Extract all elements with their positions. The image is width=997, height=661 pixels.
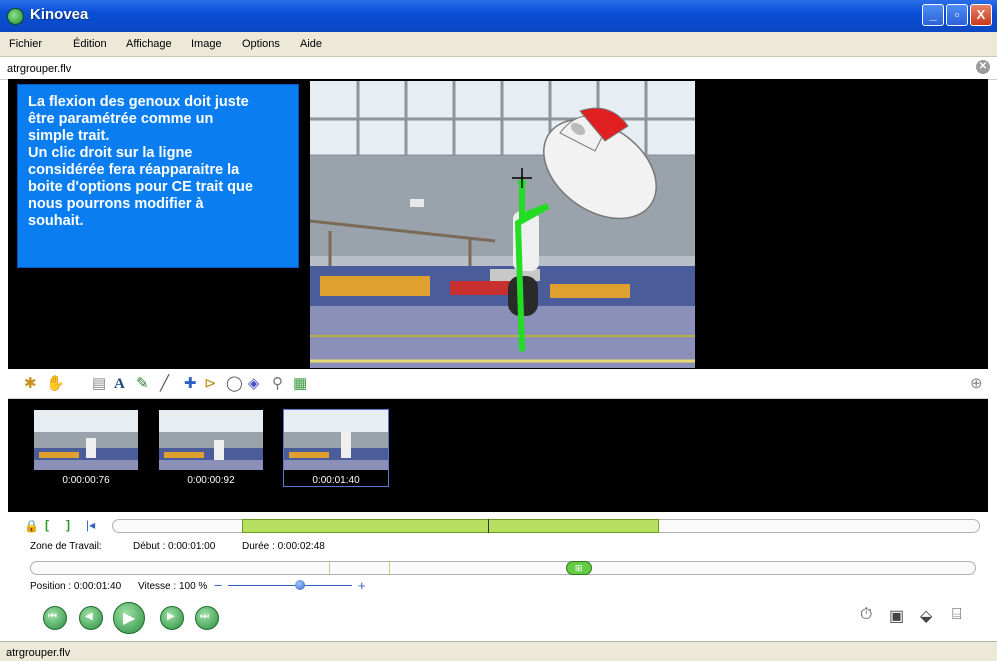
menu-affichage[interactable]: Affichage bbox=[126, 38, 172, 50]
workzone-start: Début : 0:00:01:00 bbox=[133, 541, 216, 552]
status-bar: atrgrouper.flv bbox=[0, 641, 997, 661]
go-to-start-icon[interactable]: |◂ bbox=[86, 518, 95, 532]
set-start-icon[interactable]: [ bbox=[45, 518, 49, 532]
position-thumb[interactable]: ⊞ bbox=[565, 561, 592, 575]
new-key-image-icon[interactable]: ✱ bbox=[24, 376, 37, 392]
minimize-button[interactable]: _ bbox=[922, 4, 944, 26]
menu-fichier[interactable]: Fichier bbox=[9, 38, 42, 50]
position-mark bbox=[329, 562, 330, 574]
set-end-icon[interactable]: ] bbox=[66, 518, 70, 532]
speed-minus-icon[interactable]: − bbox=[214, 577, 222, 593]
maximize-button[interactable]: ▫ bbox=[946, 4, 968, 26]
info-line: Un clic droit sur la ligne bbox=[28, 145, 193, 161]
info-line: La flexion des genoux doit juste bbox=[28, 94, 249, 110]
cross-icon[interactable]: ✚ bbox=[184, 376, 197, 392]
last-frame-button[interactable]: ⏭ bbox=[195, 606, 219, 630]
position-mark bbox=[389, 562, 390, 574]
workzone-selection[interactable] bbox=[242, 519, 659, 533]
play-icon: ▶ bbox=[123, 610, 136, 627]
lock-icon[interactable]: 🔒 bbox=[24, 519, 39, 533]
workzone-duration: Durée : 0:00:02:48 bbox=[242, 541, 325, 552]
angle-icon[interactable]: ⊳ bbox=[204, 376, 217, 392]
info-line: considérée fera réapparaitre la bbox=[28, 162, 240, 178]
menu-aide[interactable]: Aide bbox=[300, 38, 322, 50]
status-text: atrgrouper.flv bbox=[6, 647, 71, 659]
speed-plus-icon[interactable]: + bbox=[358, 578, 366, 593]
info-line: boite d'options pour CE trait que bbox=[28, 179, 253, 195]
menu-image[interactable]: Image bbox=[191, 38, 222, 50]
title-bar: Kinovea _ ▫ X bbox=[0, 0, 997, 32]
workzone-label: Zone de Travail: bbox=[30, 541, 102, 552]
video-frame[interactable] bbox=[310, 81, 695, 368]
info-text-box: La flexion des genoux doit juste être pa… bbox=[17, 84, 299, 268]
pencil-icon[interactable]: ✎ bbox=[136, 376, 149, 392]
position-label: Position : 0:00:01:40 bbox=[30, 581, 122, 592]
drawing-toolbar: ✱ ✋ ▤ A ✎ ╱ ✚ ⊳ ◯ ◈ ⚲ ▦ ⊕ bbox=[8, 370, 988, 399]
thumbnail-time: 0:00:00:92 bbox=[187, 475, 235, 486]
collapse-toolbar-icon[interactable]: ⊕ bbox=[970, 376, 983, 392]
key-images-strip bbox=[8, 399, 988, 512]
last-frame-icon: ⏭ bbox=[200, 611, 209, 622]
speed-track[interactable] bbox=[228, 585, 352, 586]
info-line: nous pourrons modifier à bbox=[28, 196, 204, 212]
info-line: souhait. bbox=[28, 213, 84, 229]
hand-icon[interactable]: ✋ bbox=[46, 376, 65, 392]
speed-label: Vitesse : 100 % bbox=[138, 581, 208, 592]
workzone-cursor bbox=[488, 519, 489, 533]
next-frame-button[interactable]: ▶ bbox=[160, 606, 184, 630]
text-icon[interactable]: A bbox=[114, 376, 125, 392]
presentation-icon[interactable]: ⌸ bbox=[952, 606, 962, 624]
close-button[interactable]: X bbox=[970, 4, 992, 26]
file-tab-name: atrgrouper.flv bbox=[7, 63, 72, 75]
colors-icon[interactable]: ▦ bbox=[293, 376, 307, 392]
menu-options[interactable]: Options bbox=[242, 38, 280, 50]
save-video-icon[interactable]: ⬙ bbox=[920, 606, 932, 626]
thumbnail-time: 0:00:01:40 bbox=[312, 475, 360, 486]
window-title: Kinovea bbox=[30, 6, 89, 23]
file-tab-bar: atrgrouper.flv ✕ bbox=[0, 57, 997, 80]
kinovea-app-icon bbox=[7, 8, 24, 25]
next-frame-icon: ▶ bbox=[167, 611, 175, 622]
first-frame-button[interactable]: ⏮ bbox=[43, 606, 67, 630]
info-line: simple trait. bbox=[28, 128, 110, 144]
comment-icon[interactable]: ▤ bbox=[92, 376, 106, 392]
grid-icon[interactable]: ◈ bbox=[248, 376, 260, 392]
thumbnail-time: 0:00:00:76 bbox=[62, 475, 110, 486]
previous-frame-button[interactable]: ◀ bbox=[79, 606, 103, 630]
previous-frame-icon: ◀ bbox=[85, 611, 93, 622]
speed-thumb[interactable] bbox=[294, 580, 305, 590]
close-file-icon[interactable]: ✕ bbox=[976, 60, 990, 74]
play-button[interactable]: ▶ bbox=[113, 602, 145, 634]
menu-bar: Fichier Édition Affichage Image Options … bbox=[0, 32, 997, 57]
position-track[interactable] bbox=[30, 561, 976, 575]
menu-edition[interactable]: Édition bbox=[73, 38, 107, 50]
timer-icon[interactable]: ⏱ bbox=[860, 606, 872, 624]
magnifier-icon[interactable]: ⚲ bbox=[272, 376, 283, 392]
line-icon[interactable]: ╱ bbox=[160, 376, 169, 392]
info-line: être paramétrée comme un bbox=[28, 111, 214, 127]
snapshot-icon[interactable]: ▣ bbox=[889, 606, 904, 626]
first-frame-icon: ⏮ bbox=[48, 611, 57, 622]
chrono-icon[interactable]: ◯ bbox=[226, 376, 243, 392]
